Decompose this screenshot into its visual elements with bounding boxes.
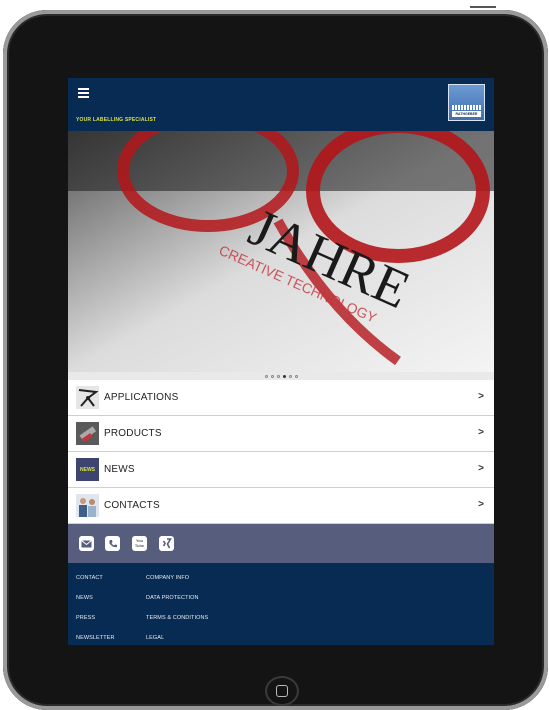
logo-text: RATHGEBER	[452, 111, 481, 117]
footer-link-news[interactable]: NEWS	[76, 595, 93, 601]
main-menu: APPLICATIONS > PRODUCTS > NEWS NEWS > CO…	[68, 380, 494, 524]
menu-label: APPLICATIONS	[104, 392, 179, 403]
slide-dot[interactable]	[264, 374, 268, 378]
xing-icon[interactable]	[159, 536, 174, 551]
hero-image: JAHRE CREATIVE TECHNOLOGY	[68, 131, 494, 372]
footer-link-contact[interactable]: CONTACT	[76, 575, 103, 581]
tablet-edge	[470, 6, 496, 8]
menu-label: NEWS	[104, 464, 135, 475]
footer-link-data-protection[interactable]: DATA PROTECTION	[146, 595, 199, 601]
mail-icon[interactable]	[79, 536, 94, 551]
slide-dot[interactable]	[288, 374, 292, 378]
news-thumbnail: NEWS	[76, 458, 99, 481]
chevron-right-icon: >	[478, 463, 484, 474]
news-badge: NEWS	[80, 466, 95, 473]
footer-link-legal[interactable]: LEGAL	[146, 635, 164, 641]
menu-item-news[interactable]: NEWS NEWS >	[68, 452, 494, 488]
footer-link-newsletter[interactable]: NEWSLETTER	[76, 635, 115, 641]
products-thumbnail	[76, 422, 99, 445]
menu-label: CONTACTS	[104, 500, 160, 511]
footer-link-company-info[interactable]: COMPANY INFO	[146, 575, 189, 581]
chevron-right-icon: >	[478, 391, 484, 402]
phone-icon[interactable]	[105, 536, 120, 551]
header: YOUR LABELLING SPECIALIST RATHGEBER	[68, 78, 494, 131]
menu-label: PRODUCTS	[104, 428, 162, 439]
slide-dot[interactable]	[276, 374, 280, 378]
chevron-right-icon: >	[478, 427, 484, 438]
company-logo[interactable]: RATHGEBER	[448, 84, 485, 121]
footer-link-press[interactable]: PRESS	[76, 615, 95, 621]
menu-item-contacts[interactable]: CONTACTS >	[68, 488, 494, 524]
social-bar: You Tube	[68, 524, 494, 563]
tagline: YOUR LABELLING SPECIALIST	[76, 117, 157, 123]
hamburger-menu-icon[interactable]	[78, 88, 89, 100]
slide-dot[interactable]	[270, 374, 274, 378]
menu-item-applications[interactable]: APPLICATIONS >	[68, 380, 494, 416]
app-screen: YOUR LABELLING SPECIALIST RATHGEBER JAHR…	[68, 78, 494, 645]
footer-link-terms[interactable]: TERMS & CONDITIONS	[146, 615, 208, 621]
slide-dot[interactable]	[294, 374, 298, 378]
slider-pagination	[68, 372, 494, 380]
contacts-thumbnail	[76, 494, 99, 517]
youtube-label: You Tube	[134, 538, 145, 548]
hero-slider[interactable]: JAHRE CREATIVE TECHNOLOGY	[68, 131, 494, 372]
home-button[interactable]	[265, 676, 299, 706]
chevron-right-icon: >	[478, 499, 484, 510]
slide-dot-active[interactable]	[282, 374, 286, 378]
footer: CONTACT NEWS PRESS NEWSLETTER COMPANY IN…	[68, 563, 494, 645]
applications-thumbnail	[76, 386, 99, 409]
youtube-icon[interactable]: You Tube	[132, 536, 147, 551]
menu-item-products[interactable]: PRODUCTS >	[68, 416, 494, 452]
